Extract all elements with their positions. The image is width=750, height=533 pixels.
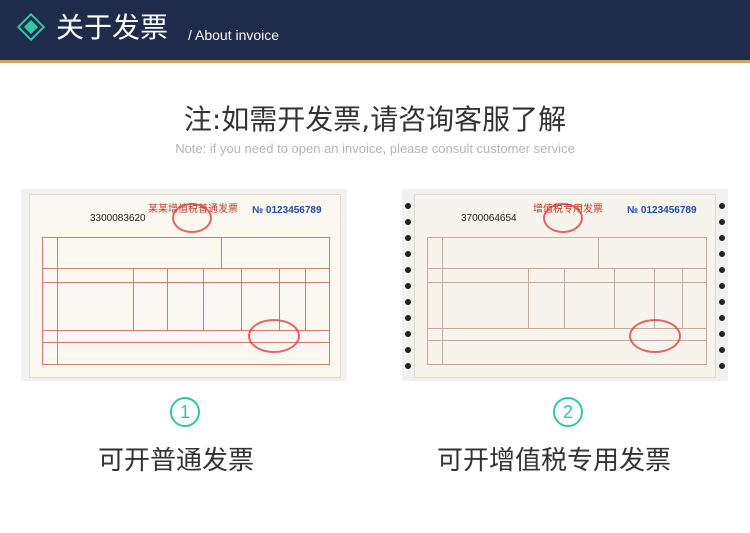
red-stamp-seal: [629, 319, 681, 353]
invoice-number: № 0123456789: [627, 205, 697, 216]
header-bar: 关于发票 / About invoice: [0, 0, 750, 60]
number-badge-1: 1: [170, 397, 200, 427]
label-ordinary-invoice: 可开普通发票: [98, 446, 255, 476]
red-stamp-seal: [248, 319, 300, 353]
perforation-right: [719, 195, 725, 371]
invoice-image-vat: 3700064654 增值税专用发票 № 0123456789: [402, 189, 728, 381]
perforation-left: [405, 195, 411, 371]
red-stamp: [172, 203, 212, 233]
page-subtitle: / About invoice: [188, 27, 280, 43]
number-badge-2: 2: [553, 397, 583, 427]
note-text-en: Note: if you need to open an invoice, pl…: [175, 141, 575, 156]
invoice-paper: 3300083620 某某增值税普通发票 № 0123456789: [29, 194, 341, 378]
invoice-paper: 3700064654 增值税专用发票 № 0123456789: [414, 194, 716, 378]
red-stamp: [543, 203, 583, 233]
invoice-image-ordinary: 3300083620 某某增值税普通发票 № 0123456789: [21, 189, 347, 381]
invoice-number: № 0123456789: [252, 205, 322, 216]
label-vat-invoice: 可开增值税专用发票: [437, 446, 672, 476]
page-title: 关于发票: [56, 11, 169, 44]
invoice-code: 3300083620: [90, 213, 146, 224]
invoice-code: 3700064654: [461, 213, 517, 224]
note-text: 注:如需开发票,请咨询客服了解: [183, 103, 567, 136]
header-divider: [0, 60, 750, 63]
